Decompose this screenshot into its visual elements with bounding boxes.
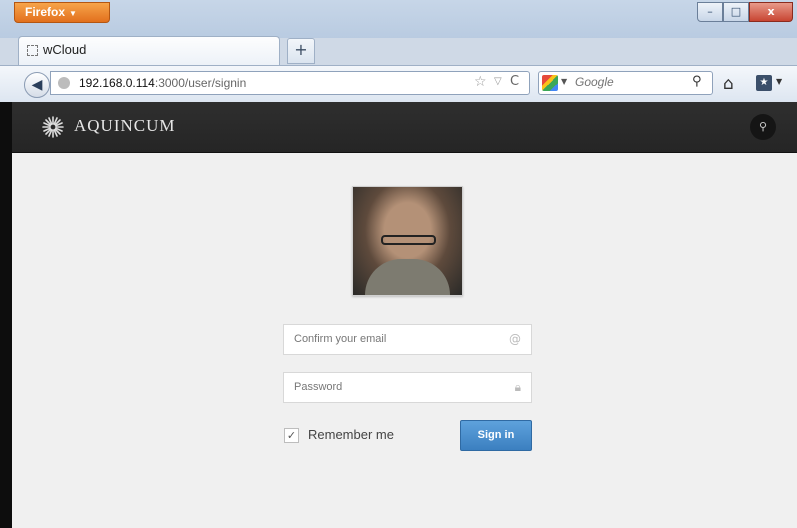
avatar-hood xyxy=(365,259,450,295)
at-sign-icon: @ xyxy=(509,332,521,346)
url-bar[interactable]: 192.168.0.114:3000/user/signin ☆ ▽ C xyxy=(50,71,530,95)
globe-icon xyxy=(58,77,70,89)
password-field[interactable]: 🔒︎ xyxy=(283,372,532,403)
brand-name: AQUINCUM xyxy=(74,116,176,135)
avatar xyxy=(352,186,463,296)
logo-icon xyxy=(42,116,64,138)
remember-checkbox[interactable]: ✓ xyxy=(284,428,299,443)
title-bar: Firefox ▼ – □ x xyxy=(0,0,797,38)
page-content: AQUINCUM ⚲ @ 🔒︎ ✓ Remember me Sign in xyxy=(12,102,797,528)
reload-icon[interactable]: C xyxy=(510,74,519,89)
back-arrow-icon: ◀ xyxy=(31,77,43,93)
maximize-button[interactable]: □ xyxy=(723,2,749,22)
tab-title: wCloud xyxy=(43,42,87,57)
bookmarks-icon[interactable]: ★ xyxy=(756,75,772,91)
chevron-down-icon: ▼ xyxy=(69,9,77,18)
history-dropdown-icon[interactable]: ▽ xyxy=(494,76,502,87)
email-field[interactable]: @ xyxy=(283,324,532,355)
firefox-menu-button[interactable]: Firefox ▼ xyxy=(14,2,110,23)
url-host: 192.168.0.114 xyxy=(79,76,155,90)
close-button[interactable]: x xyxy=(749,2,793,22)
email-input[interactable] xyxy=(294,333,494,345)
tab-wcloud[interactable]: wCloud xyxy=(18,36,280,65)
google-icon[interactable] xyxy=(542,75,558,91)
navigation-toolbar: 192.168.0.114:3000/user/signin ☆ ▽ C ◀ ▼… xyxy=(0,65,797,102)
browser-window: Firefox ▼ – □ x wCloud + 192.168.0.114:30… xyxy=(0,0,797,528)
search-bar[interactable]: ▼ ⚲ xyxy=(538,71,713,95)
magnifier-icon[interactable]: ⚲ xyxy=(692,74,702,89)
minimize-button[interactable]: – xyxy=(697,2,723,22)
checkmark-icon: ✓ xyxy=(286,429,297,442)
star-icon[interactable]: ☆ xyxy=(474,74,487,90)
app-header: AQUINCUM ⚲ xyxy=(12,102,797,153)
url-path: :3000/user/signin xyxy=(154,76,247,90)
remember-label[interactable]: Remember me xyxy=(308,427,394,442)
page-favicon-icon xyxy=(27,45,38,56)
search-icon[interactable]: ⚲ xyxy=(750,114,776,140)
search-input[interactable] xyxy=(575,75,675,89)
back-button[interactable]: ◀ xyxy=(24,72,50,98)
sidebar-edge xyxy=(0,102,12,528)
new-tab-button[interactable]: + xyxy=(287,38,315,64)
chevron-down-icon[interactable]: ▼ xyxy=(776,77,782,86)
firefox-menu-label: Firefox xyxy=(25,5,66,19)
lock-icon: 🔒︎ xyxy=(514,380,521,394)
home-icon[interactable]: ⌂ xyxy=(723,74,734,94)
sign-in-button[interactable]: Sign in xyxy=(460,420,532,451)
chevron-down-icon[interactable]: ▼ xyxy=(561,77,567,86)
avatar-glasses xyxy=(381,235,436,245)
password-input[interactable] xyxy=(294,381,494,393)
url-text: 192.168.0.114:3000/user/signin xyxy=(79,76,246,90)
